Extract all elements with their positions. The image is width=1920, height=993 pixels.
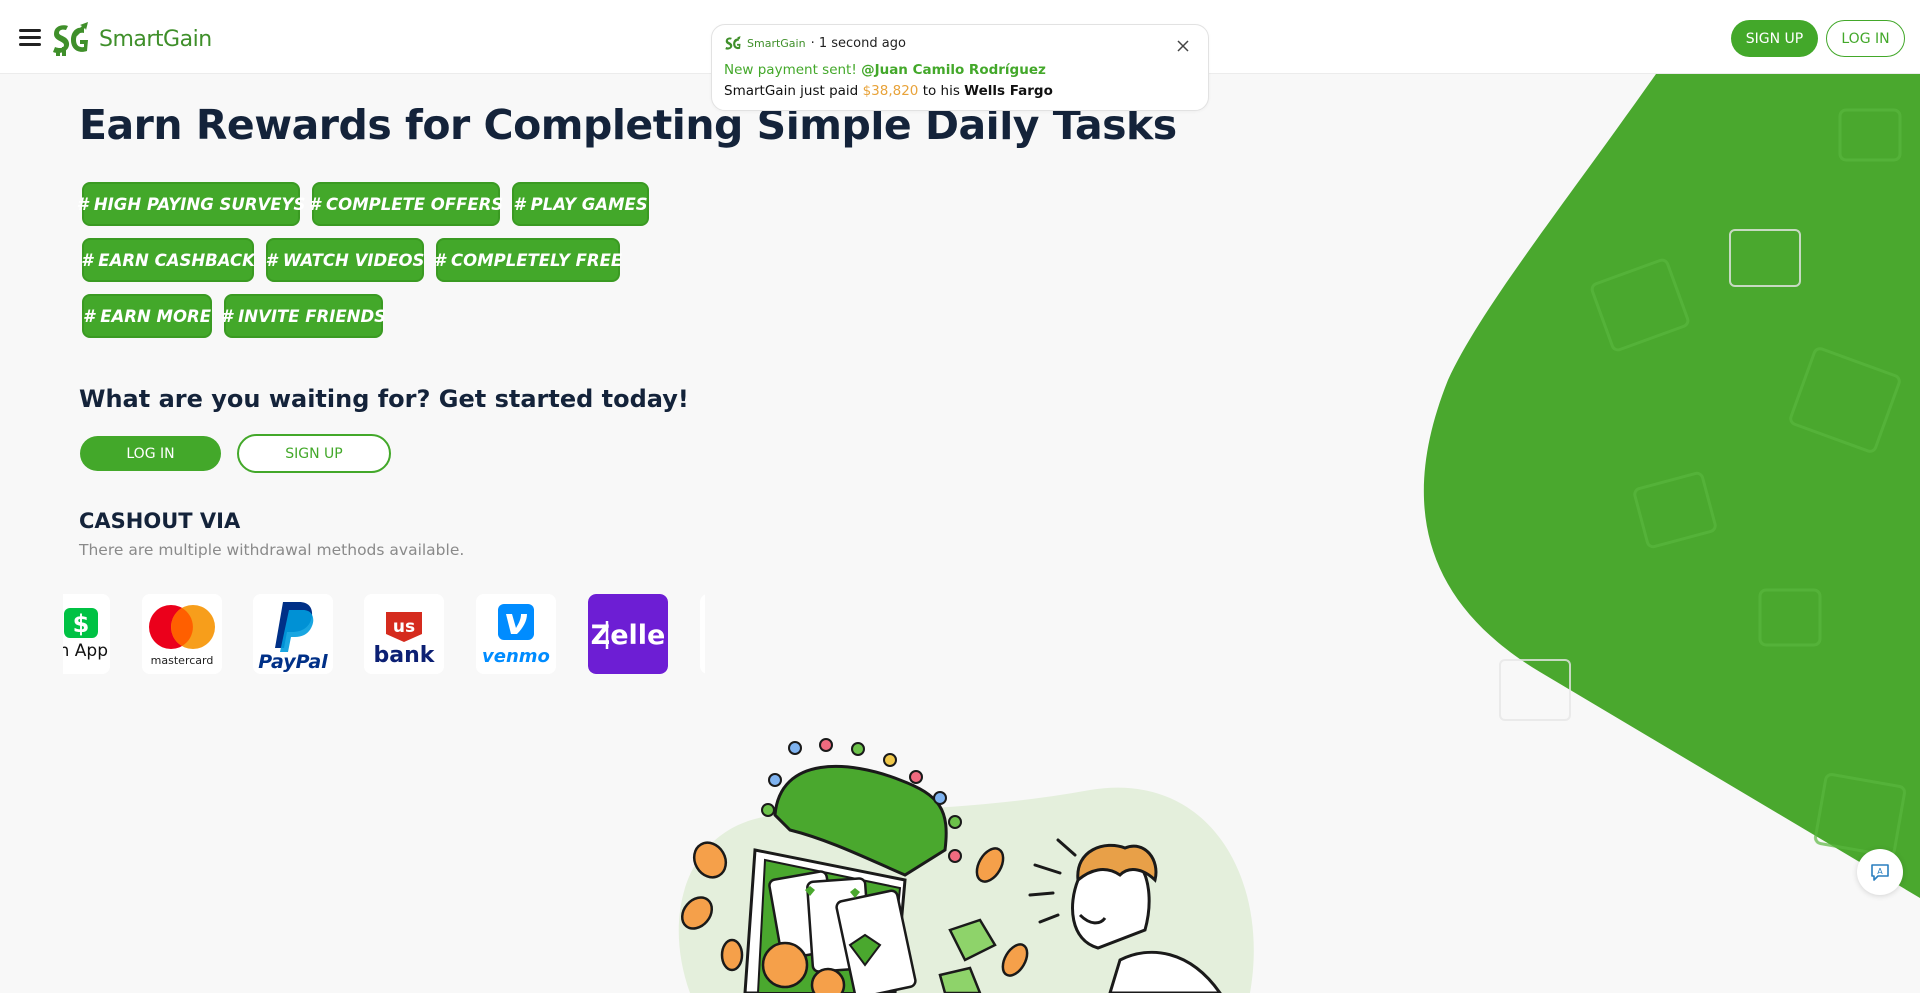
cashapp-logo[interactable]: $ n App [63, 594, 110, 674]
hamburger-icon[interactable] [19, 29, 41, 47]
mastercard-logo-text: mastercard [151, 654, 214, 667]
notification-detail-prefix: SmartGain just paid [724, 83, 859, 99]
cta-login-button[interactable]: LOG IN [80, 436, 221, 471]
cta-signup-button[interactable]: SIGN UP [237, 434, 391, 473]
next-method-logo[interactable] [700, 594, 705, 674]
smartgain-logo-icon [53, 22, 88, 56]
brand-logo[interactable]: SmartGain [50, 20, 212, 58]
tag-watch-videos[interactable]: # WATCH VIDEOS [266, 238, 424, 282]
zelle-logo-text: Zelle [591, 620, 666, 651]
usbank-logo[interactable]: us bank [364, 594, 444, 674]
cashapp-logo-text: n App [63, 641, 108, 661]
tag-invite-friends[interactable]: # INVITE FRIENDS [221, 294, 386, 338]
tag-complete-offers[interactable]: # COMPLETE OFFERS [309, 182, 503, 226]
notification-prefix: New payment sent! [724, 62, 857, 78]
svg-text:$: $ [73, 610, 90, 638]
close-icon[interactable] [1174, 37, 1192, 55]
venmo-logo-text: venmo [482, 646, 550, 667]
smartgain-logo-icon [725, 36, 741, 50]
venmo-logo[interactable]: venmo [476, 594, 556, 674]
notification-message: New payment sent! @Juan Camilo Rodríguez [724, 62, 1046, 78]
notification-user: @Juan Camilo Rodríguez [861, 62, 1046, 78]
tag-earn-cashback[interactable]: # EARN CASHBACK [81, 238, 255, 282]
header-login-button[interactable]: LOG IN [1826, 20, 1905, 57]
tag-high-paying-surveys[interactable]: # HIGH PAYING SURVEYS [77, 182, 305, 226]
header-signup-button[interactable]: SIGN UP [1731, 20, 1818, 57]
paypal-logo-text: PayPal [258, 651, 328, 673]
zelle-logo[interactable]: Zelle [588, 594, 668, 674]
notification-detail: SmartGain just paid $38,820 to his Wells… [724, 83, 1053, 99]
notification-brand: SmartGain [747, 37, 806, 50]
cashout-subtitle: There are multiple withdrawal methods av… [79, 541, 465, 559]
cashout-methods-carousel[interactable]: $ n App mastercard PayPal us bank venmo … [63, 594, 705, 674]
notification-amount: $38,820 [862, 83, 919, 99]
svg-text:us: us [393, 617, 415, 637]
notification-header: SmartGain · 1 second ago [724, 35, 906, 52]
translate-chat-icon: A [1871, 864, 1889, 881]
cashout-title: CASHOUT VIA [79, 509, 241, 533]
notification-time: · 1 second ago [810, 36, 906, 51]
mastercard-logo[interactable]: mastercard [142, 594, 222, 674]
notification-detail-mid: to his [922, 83, 960, 99]
tag-play-games[interactable]: # PLAY GAMES [512, 182, 649, 226]
rewards-illustration [678, 738, 1254, 993]
translate-chat-button[interactable]: A [1857, 849, 1903, 895]
brand-name: SmartGain [99, 26, 212, 52]
paypal-logo[interactable]: PayPal [253, 594, 333, 674]
notification-bank: Wells Fargo [964, 83, 1053, 99]
cta-title: What are you waiting for? Get started to… [79, 385, 689, 413]
tag-completely-free[interactable]: # COMPLETELY FREE [434, 238, 622, 282]
tag-earn-more[interactable]: # EARN MORE [82, 294, 212, 338]
svg-text:A: A [1877, 867, 1883, 876]
svg-text:bank: bank [374, 643, 436, 668]
payment-notification: SmartGain · 1 second ago New payment sen… [711, 24, 1209, 111]
